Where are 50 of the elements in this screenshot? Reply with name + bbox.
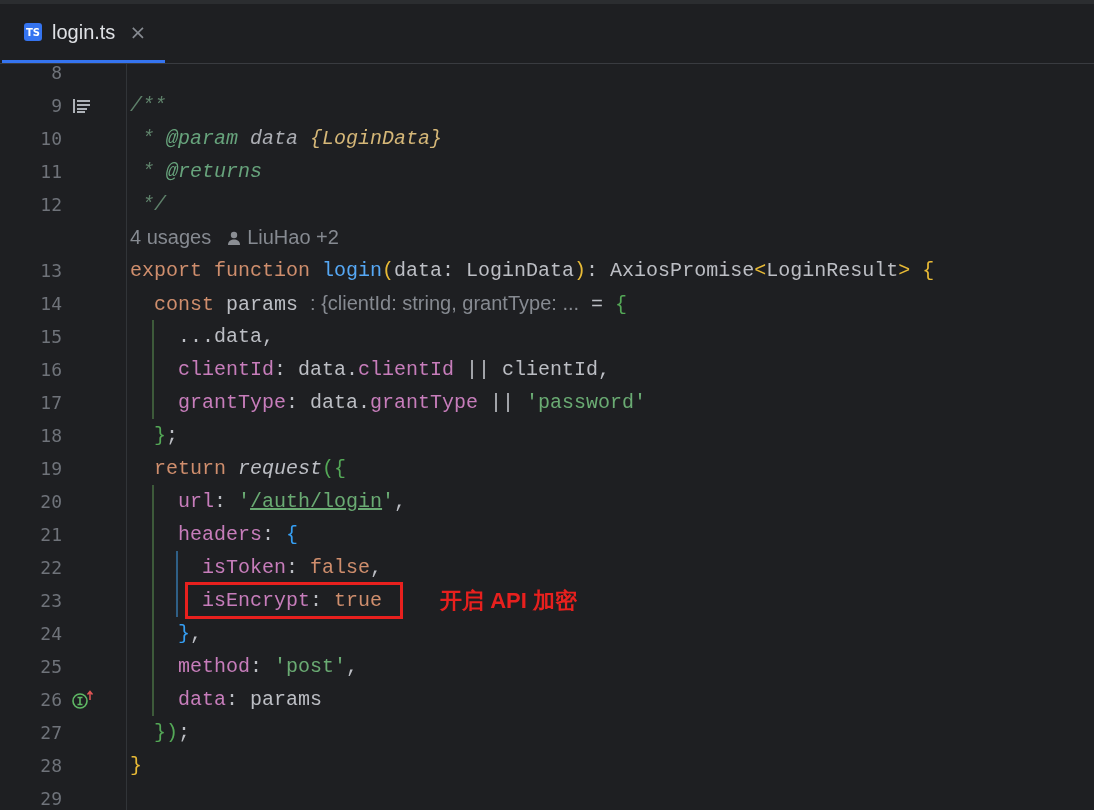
line-number: 14: [39, 293, 62, 314]
line-number: 18: [39, 425, 62, 446]
code-line: export function login(data: LoginData): AxiosPromise<LoginResult> {: [130, 259, 935, 282]
line-number: 11: [39, 161, 62, 182]
code-line: * @returns: [141, 160, 263, 183]
line-number: 24: [39, 623, 62, 644]
line-number: 23: [39, 590, 62, 611]
file-tab[interactable]: TS login.ts ×: [2, 4, 165, 63]
typescript-file-icon: TS: [24, 23, 42, 41]
line-number: 26: [39, 689, 62, 710]
code-line: return request({: [154, 457, 347, 480]
line-number: 13: [39, 260, 62, 281]
code-line: clientId: data.clientId || clientId,: [178, 358, 611, 381]
line-number: 17: [39, 392, 62, 413]
annotation-label: 开启 API 加密: [440, 586, 577, 615]
code-line: }: [130, 754, 142, 777]
line-number: 29: [39, 788, 62, 809]
close-icon[interactable]: ×: [129, 20, 147, 44]
code-line: };: [154, 424, 179, 447]
line-number: 20: [39, 491, 62, 512]
code-line: * @param data {LoginData}: [141, 127, 443, 150]
line-number: 12: [39, 194, 62, 215]
code-line: /**: [130, 94, 166, 117]
code-line: grantType: data.grantType || 'password': [178, 391, 647, 414]
line-number: 15: [39, 326, 62, 347]
line-number: 19: [39, 458, 62, 479]
person-icon: [227, 230, 242, 245]
line-number: 8: [50, 64, 62, 83]
code-line: data: params: [178, 688, 323, 711]
code-line: ...data,: [178, 325, 274, 348]
implements-icon[interactable]: [72, 689, 94, 710]
code-line: isToken: false,: [202, 556, 383, 579]
code-line: */: [141, 193, 166, 216]
code-line: });: [154, 721, 191, 744]
code-line: headers: {: [178, 523, 299, 546]
line-number: 16: [39, 359, 62, 380]
code-line: const params : {clientId: string, grantType: ... = {: [154, 291, 628, 316]
code-line: method: 'post',: [178, 655, 359, 678]
line-number: 10: [39, 128, 62, 149]
line-number: 22: [39, 557, 62, 578]
code-line: url: '/auth/login',: [178, 490, 407, 513]
rendered-doc-icon[interactable]: [72, 97, 92, 114]
usages-link[interactable]: 4 usages: [130, 226, 212, 249]
code-line: },: [178, 622, 203, 645]
line-number: 25: [39, 656, 62, 677]
line-number: 27: [39, 722, 62, 743]
line-number: 9: [50, 95, 62, 116]
line-number: 21: [39, 524, 62, 545]
line-number: 28: [39, 755, 62, 776]
author-label[interactable]: LiuHao +2: [247, 226, 339, 249]
